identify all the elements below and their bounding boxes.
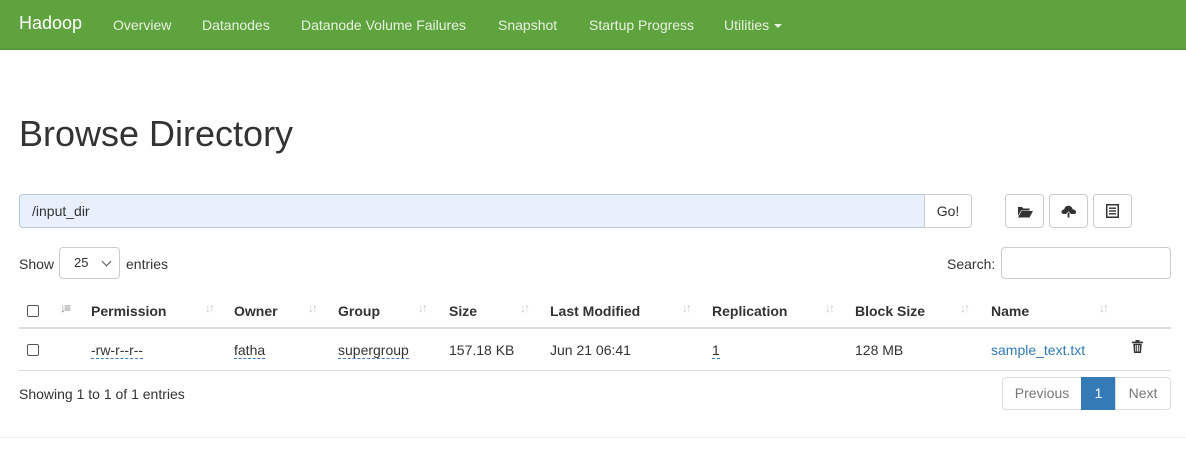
- pagination-next[interactable]: Next: [1115, 377, 1171, 410]
- pagination-page-1[interactable]: 1: [1081, 377, 1116, 410]
- nav-utilities-dropdown[interactable]: Utilities: [724, 17, 783, 33]
- directory-path-input[interactable]: /input_dir: [19, 194, 925, 228]
- create-directory-button[interactable]: [1005, 194, 1044, 228]
- column-header-group[interactable]: Group: [338, 303, 380, 319]
- nav-datanode-volume-failures[interactable]: Datanode Volume Failures: [301, 17, 466, 33]
- sort-icon[interactable]: ↓↑: [1099, 301, 1109, 315]
- cell-group[interactable]: supergroup: [338, 342, 409, 359]
- sort-icon[interactable]: ↓↑: [960, 301, 970, 315]
- search-input[interactable]: [1001, 247, 1171, 279]
- row-select-checkbox[interactable]: [27, 344, 39, 356]
- nav-snapshot[interactable]: Snapshot: [498, 17, 557, 33]
- column-header-permission[interactable]: Permission: [91, 303, 166, 319]
- column-header-owner[interactable]: Owner: [234, 303, 278, 319]
- sort-icon[interactable]: ↓↑: [205, 301, 215, 315]
- table-row-divider: [19, 370, 1171, 371]
- nav-utilities-label: Utilities: [724, 17, 770, 33]
- pagination-previous[interactable]: Previous: [1002, 377, 1082, 410]
- caret-down-icon: [774, 24, 783, 29]
- column-header-name[interactable]: Name: [991, 303, 1029, 319]
- table-info: Showing 1 to 1 of 1 entries: [19, 386, 185, 402]
- nav-datanodes[interactable]: Datanodes: [202, 17, 270, 33]
- select-all-checkbox[interactable]: [27, 305, 39, 317]
- cell-replication[interactable]: 1: [712, 342, 720, 359]
- folder-open-icon: [1017, 206, 1033, 217]
- sort-icon[interactable]: ↓↑: [418, 301, 428, 315]
- sort-icon[interactable]: ↓↑: [520, 301, 530, 315]
- cell-owner[interactable]: fatha: [234, 342, 266, 359]
- cloud-upload-icon: [1061, 205, 1076, 218]
- column-header-block-size[interactable]: Block Size: [855, 303, 925, 319]
- entries-select-value: 25: [74, 255, 89, 270]
- column-header-size[interactable]: Size: [449, 303, 477, 319]
- cell-block-size: 128 MB: [855, 342, 904, 358]
- show-label: Show: [19, 256, 55, 272]
- top-navbar: Hadoop Overview Datanodes Datanode Volum…: [0, 0, 1186, 50]
- sort-icon[interactable]: ↓↑: [825, 301, 835, 315]
- entries-per-page-select[interactable]: 25: [59, 247, 120, 279]
- brand-link[interactable]: Hadoop: [19, 13, 82, 34]
- footer-divider: [0, 437, 1186, 438]
- upload-files-button[interactable]: [1049, 194, 1088, 228]
- cut-paste-button[interactable]: [1093, 194, 1132, 228]
- cell-size: 157.18 KB: [449, 342, 515, 358]
- cell-permission[interactable]: -rw-r--r--: [91, 342, 144, 359]
- page-title: Browse Directory: [19, 113, 294, 154]
- sort-ascending-icon[interactable]: ↓≡: [60, 301, 71, 315]
- cell-last-modified: Jun 21 06:41: [550, 342, 631, 358]
- search-label: Search:: [947, 256, 996, 272]
- table-header-divider: [19, 327, 1171, 329]
- cell-name-link[interactable]: sample_text.txt: [991, 342, 1085, 358]
- column-header-last-modified[interactable]: Last Modified: [550, 303, 640, 319]
- entries-label: entries: [126, 256, 169, 272]
- sort-icon[interactable]: ↓↑: [308, 301, 318, 315]
- chevron-down-icon: [101, 256, 112, 267]
- trash-icon[interactable]: [1132, 340, 1143, 353]
- column-header-replication[interactable]: Replication: [712, 303, 787, 319]
- nav-startup-progress[interactable]: Startup Progress: [589, 17, 694, 33]
- nav-overview[interactable]: Overview: [113, 17, 171, 33]
- list-icon: [1106, 204, 1119, 218]
- go-button[interactable]: Go!: [924, 194, 972, 228]
- sort-icon[interactable]: ↓↑: [682, 301, 692, 315]
